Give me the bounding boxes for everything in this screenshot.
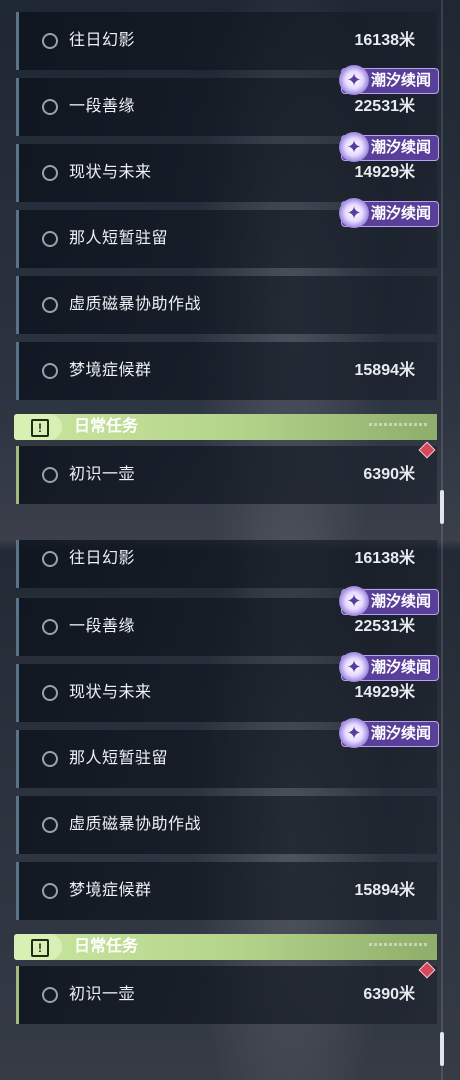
scrollbar-track[interactable] xyxy=(441,0,443,540)
quest-name: 那人短暂驻留 xyxy=(69,750,169,767)
quest-list-panel: 往日幻影 16138米 一段善缘 22531米 现状与未来 14929米 那人短… xyxy=(0,540,460,1080)
exclamation-icon: ! xyxy=(31,419,49,437)
quest-status-circle-icon xyxy=(42,685,58,701)
quest-name: 梦境症候群 xyxy=(69,882,152,899)
quest-row[interactable]: 虚质磁暴协助作战 xyxy=(16,276,437,334)
quest-status-circle-icon xyxy=(42,987,58,1003)
quest-tag-badge: ✦ 潮汐续闻 xyxy=(339,65,439,95)
quest-tag-badge: ✦ 潮汐续闻 xyxy=(339,652,439,682)
quest-status-circle-icon xyxy=(42,99,58,115)
tide-emblem-icon: ✦ xyxy=(339,198,369,228)
quest-name: 初识一壶 xyxy=(69,986,136,1003)
exclamation-icon: ! xyxy=(31,939,49,957)
quest-status-circle-icon xyxy=(42,467,58,483)
quest-list-panel: 往日幻影 16138米 一段善缘 22531米 现状与未来 14929米 那人短… xyxy=(0,0,460,540)
quest-status-circle-icon xyxy=(42,33,58,49)
quest-tag-badge: ✦ 潮汐续闻 xyxy=(339,132,439,162)
scrollbar-thumb[interactable] xyxy=(440,1032,444,1066)
quest-distance: 15894米 xyxy=(354,362,416,379)
quest-name: 梦境症候群 xyxy=(69,362,152,379)
tide-emblem-icon: ✦ xyxy=(339,718,369,748)
quest-distance: 15894米 xyxy=(354,882,416,899)
quest-distance: 6390米 xyxy=(363,986,415,1003)
quest-name: 初识一壶 xyxy=(69,466,136,483)
daily-quest-row[interactable]: 初识一壶 6390米 xyxy=(16,446,437,504)
quest-name: 那人短暂驻留 xyxy=(69,230,169,247)
quest-status-circle-icon xyxy=(42,165,58,181)
quest-status-circle-icon xyxy=(42,297,58,313)
quest-tag-label: 潮汐续闻 xyxy=(371,593,432,610)
quest-tag-badge: ✦ 潮汐续闻 xyxy=(339,718,439,748)
quest-distance: 16138米 xyxy=(354,550,416,567)
daily-quest-icon: ! xyxy=(14,934,62,960)
daily-quest-title: 日常任务 xyxy=(74,418,139,435)
quest-status-circle-icon xyxy=(42,619,58,635)
quest-tag-badge: ✦ 潮汐续闻 xyxy=(339,586,439,616)
daily-quest-row[interactable]: 初识一壶 6390米 xyxy=(16,966,437,1024)
header-decoration xyxy=(369,943,429,946)
quest-status-circle-icon xyxy=(42,883,58,899)
quest-name: 现状与未来 xyxy=(69,164,152,181)
quest-status-circle-icon xyxy=(42,751,58,767)
quest-tag-label: 潮汐续闻 xyxy=(371,72,432,89)
tide-emblem-icon: ✦ xyxy=(339,586,369,616)
quest-distance: 6390米 xyxy=(363,466,415,483)
quest-tag-label: 潮汐续闻 xyxy=(371,139,432,156)
daily-quest-header[interactable]: ! 日常任务 xyxy=(14,414,437,440)
quest-status-circle-icon xyxy=(42,363,58,379)
quest-tag-label: 潮汐续闻 xyxy=(371,659,432,676)
daily-quest-icon: ! xyxy=(14,414,62,440)
header-decoration xyxy=(369,423,429,426)
quest-row[interactable]: 梦境症候群 15894米 xyxy=(16,342,437,400)
tide-emblem-icon: ✦ xyxy=(339,652,369,682)
quest-name: 现状与未来 xyxy=(69,684,152,701)
quest-row[interactable]: 往日幻影 16138米 xyxy=(16,540,437,588)
daily-quest-header[interactable]: ! 日常任务 xyxy=(14,934,437,960)
quest-distance: 16138米 xyxy=(354,32,416,49)
quest-name: 虚质磁暴协助作战 xyxy=(69,296,202,313)
quest-row[interactable]: 梦境症候群 15894米 xyxy=(16,862,437,920)
quest-row[interactable]: 往日幻影 16138米 xyxy=(16,12,437,70)
scrollbar-thumb[interactable] xyxy=(440,490,444,524)
quest-name: 往日幻影 xyxy=(69,550,136,567)
quest-status-circle-icon xyxy=(42,551,58,567)
quest-tag-label: 潮汐续闻 xyxy=(371,205,432,222)
quest-status-circle-icon xyxy=(42,231,58,247)
tide-emblem-icon: ✦ xyxy=(339,65,369,95)
quest-status-circle-icon xyxy=(42,817,58,833)
quest-tag-label: 潮汐续闻 xyxy=(371,725,432,742)
quest-name: 往日幻影 xyxy=(69,32,136,49)
daily-quest-title: 日常任务 xyxy=(74,938,139,955)
quest-name: 一段善缘 xyxy=(69,618,136,635)
quest-name: 一段善缘 xyxy=(69,98,136,115)
quest-row[interactable]: 虚质磁暴协助作战 xyxy=(16,796,437,854)
quest-name: 虚质磁暴协助作战 xyxy=(69,816,202,833)
tide-emblem-icon: ✦ xyxy=(339,132,369,162)
quest-tag-badge: ✦ 潮汐续闻 xyxy=(339,198,439,228)
scrollbar-track[interactable] xyxy=(441,540,443,1080)
